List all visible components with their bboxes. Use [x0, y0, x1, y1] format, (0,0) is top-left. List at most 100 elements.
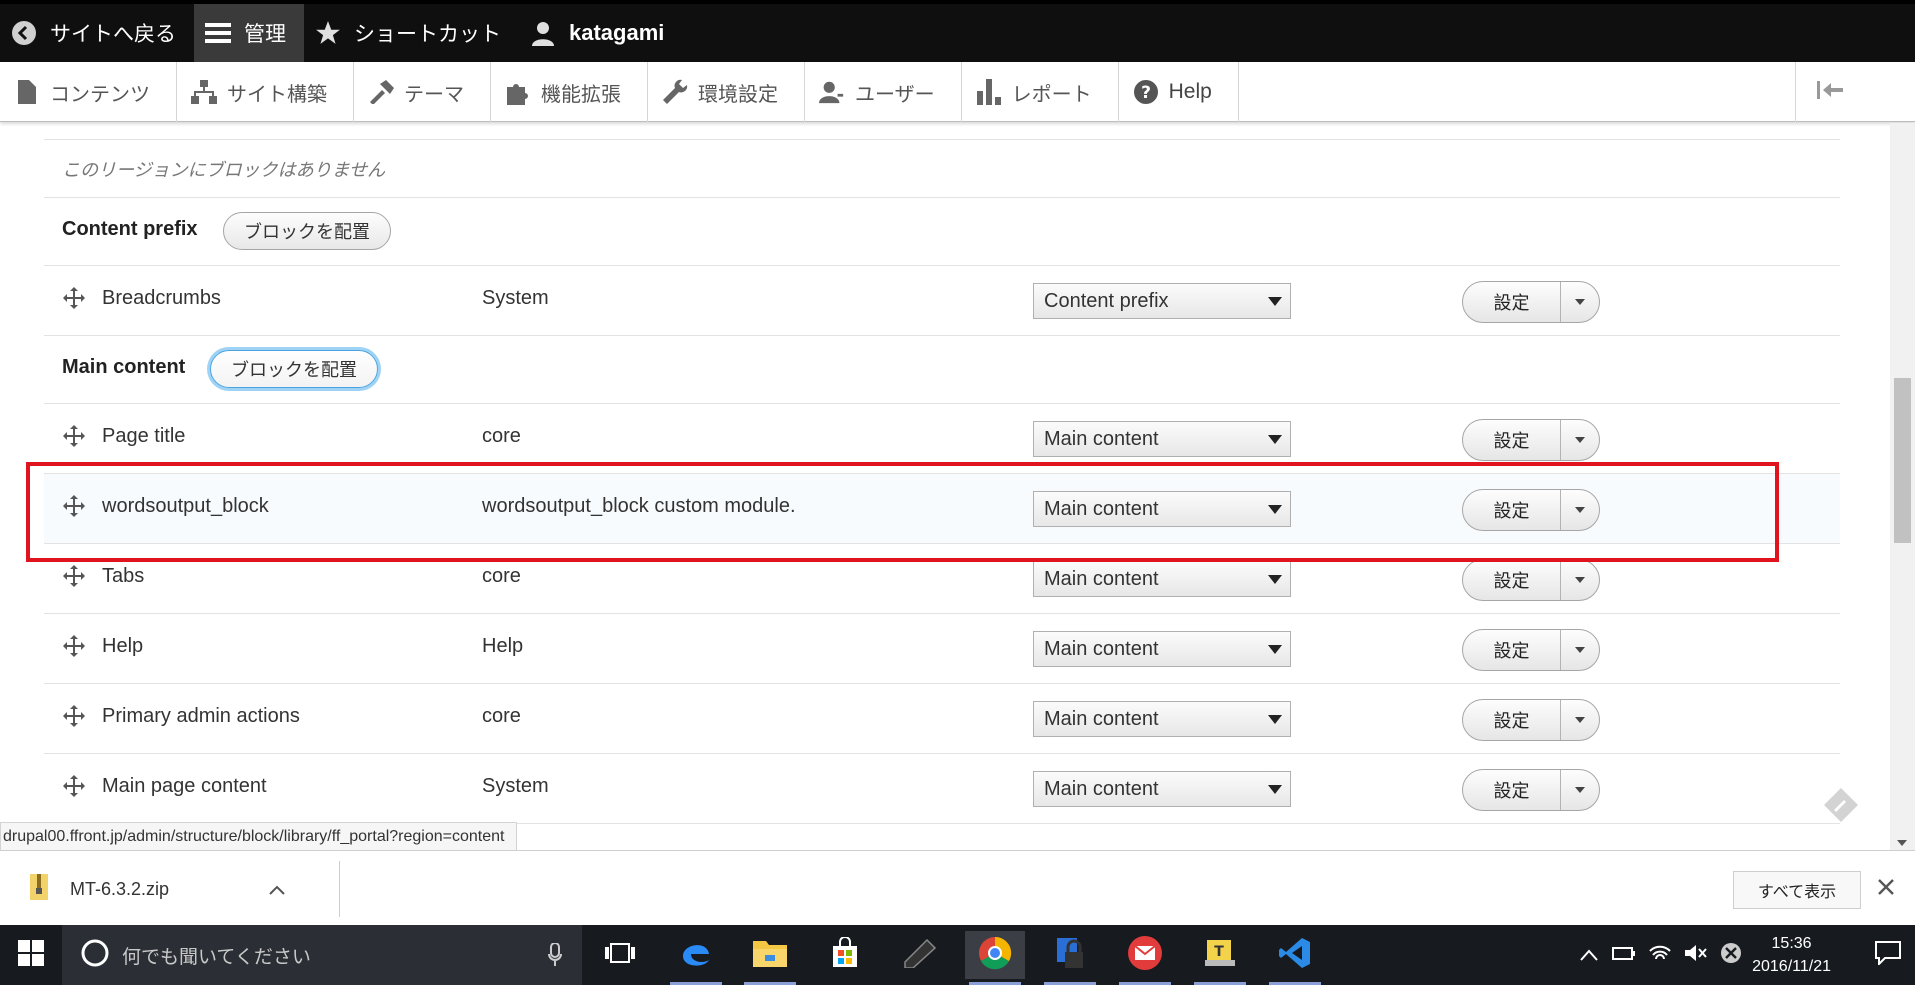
menu-reports-label: レポート	[1011, 81, 1092, 106]
user-tab[interactable]: katagami	[519, 4, 682, 62]
menu-extend-label: 機能拡張	[541, 81, 621, 106]
drag-handle-icon[interactable]	[62, 774, 86, 798]
highlight-annotation	[26, 462, 1779, 562]
empty-region-message: このリージョンにブロックはありません	[62, 160, 386, 181]
show-all-downloads-button[interactable]: すべて表示	[1733, 871, 1861, 909]
block-name: Help	[102, 635, 144, 657]
region-select[interactable]: Main content	[1033, 421, 1291, 457]
menu-people[interactable]: ユーザー	[805, 62, 962, 122]
task-view-button[interactable]	[590, 931, 650, 979]
wifi-icon[interactable]	[1648, 943, 1672, 967]
configure-label: 設定	[1463, 282, 1561, 322]
operations-dropdown-toggle[interactable]	[1561, 420, 1599, 460]
file-icon	[14, 79, 40, 105]
taskbar-file-explorer[interactable]	[740, 931, 800, 985]
operations-dropdown-toggle[interactable]	[1561, 630, 1599, 670]
configure-button[interactable]: 設定	[1462, 419, 1600, 461]
operations-dropdown-toggle[interactable]	[1561, 770, 1599, 810]
svg-text:T: T	[1214, 944, 1224, 960]
block-category: core	[482, 705, 521, 727]
clock-time: 15:36	[1771, 935, 1812, 952]
speaker-muted-icon[interactable]	[1684, 943, 1708, 967]
taskbar-vscode[interactable]	[1265, 931, 1325, 985]
chevron-down-icon	[1268, 297, 1282, 306]
taskbar-mail[interactable]	[1115, 931, 1175, 985]
shortcuts-tab[interactable]: ショートカット	[304, 4, 519, 62]
system-tray: 15:36 2016/11/21	[1580, 925, 1915, 985]
help-icon: ?	[1133, 79, 1159, 105]
pencil-icon[interactable]	[1822, 786, 1860, 828]
menu-structure-label: サイト構築	[227, 81, 327, 106]
task-view-icon	[605, 942, 635, 968]
menu-content[interactable]: コンテンツ	[0, 62, 177, 122]
drag-handle-icon[interactable]	[62, 286, 86, 310]
menu-reports[interactable]: レポート	[962, 62, 1119, 122]
block-category: core	[482, 565, 521, 587]
block-category: core	[482, 425, 521, 447]
region-select[interactable]: Content prefix	[1033, 283, 1291, 319]
page-scrollbar[interactable]	[1890, 123, 1915, 850]
battery-icon[interactable]	[1612, 945, 1636, 965]
drag-handle-icon[interactable]	[62, 704, 86, 728]
chevron-up-icon[interactable]	[1580, 946, 1598, 965]
menu-extend[interactable]: 機能拡張	[491, 62, 648, 122]
taskbar-store[interactable]	[815, 931, 875, 979]
taskbar-text-editor[interactable]: T	[1190, 931, 1250, 985]
region-header-main-content: Main content ブロックを配置	[44, 336, 1840, 404]
start-button[interactable]	[0, 925, 62, 985]
chevron-down-icon	[1268, 435, 1282, 444]
scroll-down-arrow-icon[interactable]	[1897, 840, 1907, 846]
clock[interactable]: 15:36 2016/11/21	[1752, 932, 1831, 978]
download-item[interactable]: MT-6.3.2.zip	[0, 861, 340, 917]
scrollbar-thumb[interactable]	[1894, 378, 1911, 543]
region-select[interactable]: Main content	[1033, 631, 1291, 667]
notepad-icon: T	[1203, 936, 1237, 974]
taskbar-app-terminal[interactable]	[890, 931, 950, 979]
place-block-button[interactable]: ブロックを配置	[210, 350, 378, 388]
configure-button[interactable]: 設定	[1462, 699, 1600, 741]
table-row: Breadcrumbs System Content prefix 設定	[44, 266, 1840, 336]
configure-button[interactable]: 設定	[1462, 769, 1600, 811]
region-select[interactable]: Main content	[1033, 771, 1291, 807]
menu-structure[interactable]: サイト構築	[177, 62, 354, 122]
back-to-site-label: サイトへ戻る	[50, 22, 176, 46]
place-block-button[interactable]: ブロックを配置	[223, 212, 391, 250]
table-row: Help Help Main content 設定	[44, 614, 1840, 684]
region-select[interactable]: Main content	[1033, 561, 1291, 597]
chevron-down-icon	[1268, 715, 1282, 724]
close-icon[interactable]	[1876, 877, 1898, 899]
close-circle-icon[interactable]	[1720, 942, 1742, 968]
taskbar-chrome[interactable]	[965, 931, 1025, 985]
menu-icon	[204, 19, 232, 47]
drag-handle-icon[interactable]	[62, 564, 86, 588]
configure-label: 設定	[1463, 420, 1561, 460]
cortana-search-box[interactable]: 何でも聞いてください	[62, 925, 582, 985]
menu-help[interactable]: ? Help	[1119, 62, 1239, 122]
microphone-icon[interactable]	[548, 942, 562, 971]
menu-appearance[interactable]: テーマ	[354, 62, 491, 122]
shortcuts-label: ショートカット	[354, 22, 501, 46]
menu-configuration[interactable]: 環境設定	[648, 62, 805, 122]
configure-button[interactable]: 設定	[1462, 281, 1600, 323]
drag-handle-icon[interactable]	[62, 424, 86, 448]
sitemap-icon	[191, 79, 217, 105]
configure-button[interactable]: 設定	[1462, 559, 1600, 601]
back-to-site-link[interactable]: サイトへ戻る	[0, 4, 194, 62]
region-select[interactable]: Main content	[1033, 701, 1291, 737]
operations-dropdown-toggle[interactable]	[1561, 282, 1599, 322]
manage-tab[interactable]: 管理	[194, 4, 304, 62]
chevron-down-icon	[1268, 785, 1282, 794]
taskbar-security-app[interactable]	[1040, 931, 1100, 985]
operations-dropdown-toggle[interactable]	[1561, 560, 1599, 600]
drag-handle-icon[interactable]	[62, 634, 86, 658]
configure-button[interactable]: 設定	[1462, 629, 1600, 671]
chevron-up-icon[interactable]	[269, 880, 285, 899]
folder-icon	[753, 939, 787, 971]
notification-icon[interactable]	[1875, 941, 1901, 969]
tray-collapse-button[interactable]	[1795, 62, 1863, 122]
operations-dropdown-toggle[interactable]	[1561, 700, 1599, 740]
chevron-down-icon	[1575, 577, 1585, 583]
chevron-down-icon	[1575, 299, 1585, 305]
status-bar-url: drupal00.ffront.jp/admin/structure/block…	[0, 822, 518, 852]
taskbar-edge[interactable]	[666, 931, 726, 985]
